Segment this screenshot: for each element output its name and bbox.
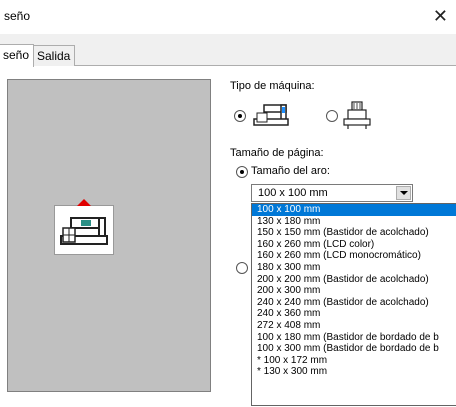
chevron-down-icon[interactable] xyxy=(396,186,411,200)
dropdown-item[interactable]: 200 x 300 mm xyxy=(252,285,456,297)
machine-type-label: Tipo de máquina: xyxy=(230,80,315,92)
dropdown-item[interactable]: 240 x 360 mm xyxy=(252,308,456,320)
title-bar: seño ✕ xyxy=(0,0,456,34)
machine-radio-single[interactable] xyxy=(234,110,246,122)
single-needle-machine-icon xyxy=(253,104,289,126)
multi-needle-machine-icon xyxy=(343,101,371,129)
hoop-size-dropdown-list[interactable]: 100 x 100 mm 130 x 180 mm 150 x 150 mm (… xyxy=(251,203,456,406)
hoop-direction-marker xyxy=(77,199,91,206)
hoop-size-combo-value: 100 x 100 mm xyxy=(258,187,328,199)
tab-design[interactable]: seño xyxy=(0,44,35,67)
dropdown-item[interactable]: 100 x 180 mm (Bastidor de bordado de b xyxy=(252,332,456,344)
sewing-machine-icon xyxy=(60,217,108,245)
dropdown-item[interactable]: 240 x 240 mm (Bastidor de acolchado) xyxy=(252,297,456,309)
dropdown-item[interactable]: * 130 x 300 mm xyxy=(252,366,456,378)
dropdown-item[interactable]: 150 x 150 mm (Bastidor de acolchado) xyxy=(252,227,456,239)
dropdown-item[interactable]: 160 x 260 mm (LCD color) xyxy=(252,239,456,251)
tab-output[interactable]: Salida xyxy=(32,45,76,66)
dropdown-item[interactable]: * 100 x 172 mm xyxy=(252,355,456,367)
hoop-preview xyxy=(54,199,114,255)
custom-size-radio[interactable] xyxy=(236,262,248,274)
hoop-size-radio[interactable] xyxy=(236,166,248,178)
dropdown-item[interactable]: 100 x 300 mm (Bastidor de bordado de b xyxy=(252,343,456,355)
design-preview xyxy=(7,79,211,392)
dropdown-item[interactable]: 272 x 408 mm xyxy=(252,320,456,332)
hoop-size-label: Tamaño del aro: xyxy=(251,165,330,177)
close-icon[interactable]: ✕ xyxy=(433,6,448,27)
page-size-label: Tamaño de página: xyxy=(230,147,324,159)
dropdown-item[interactable]: 130 x 180 mm xyxy=(252,216,456,228)
machine-radio-multi[interactable] xyxy=(326,110,338,122)
dropdown-item[interactable]: 200 x 200 mm (Bastidor de acolchado) xyxy=(252,274,456,286)
window-title: seño xyxy=(4,9,31,23)
dropdown-item[interactable]: 180 x 300 mm xyxy=(252,262,456,274)
dropdown-item[interactable]: 160 x 260 mm (LCD monocromático) xyxy=(252,250,456,262)
dropdown-item[interactable]: 100 x 100 mm xyxy=(252,204,456,216)
hoop-size-combo[interactable]: 100 x 100 mm xyxy=(251,184,413,202)
